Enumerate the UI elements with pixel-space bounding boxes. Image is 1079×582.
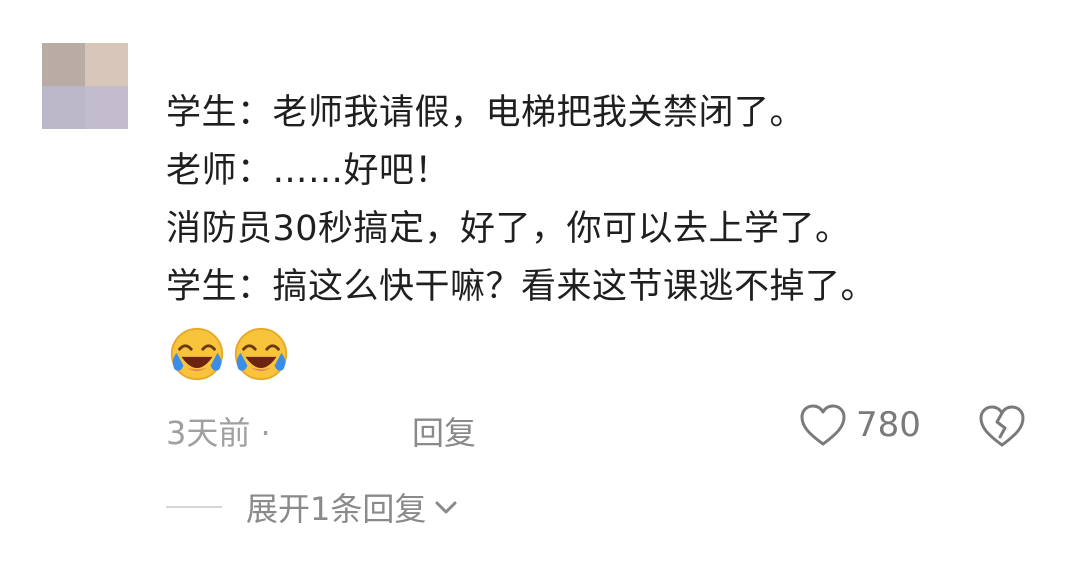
dislike-button[interactable] <box>976 402 1028 458</box>
expand-replies-label: 展开1条回复 <box>246 490 427 528</box>
like-count: 780 <box>856 405 921 445</box>
divider-line <box>166 506 222 508</box>
comment-meta: 3天前 · 回复 780 <box>166 400 1046 454</box>
heart-icon <box>800 404 846 446</box>
comment-line: 学生：老师我请假，电梯把我关禁闭了。 <box>166 93 806 133</box>
emoji-row <box>166 323 292 385</box>
comment-line: 老师：……好吧！ <box>166 151 451 191</box>
comment-line: 消防员30秒搞定，好了，你可以去上学了。 <box>166 209 851 249</box>
avatar-pixel <box>85 86 128 129</box>
expand-replies-button[interactable]: 展开1条回复 <box>166 482 460 532</box>
avatar-pixel <box>42 43 85 86</box>
avatar-pixel <box>42 86 85 129</box>
chevron-down-icon <box>435 501 457 514</box>
laughing-tears-emoji-icon <box>234 327 288 381</box>
comment-text: 学生：老师我请假，电梯把我关禁闭了。 老师：……好吧！ 消防员30秒搞定，好了，… <box>166 84 1046 316</box>
laughing-tears-emoji-icon <box>170 327 224 381</box>
reply-button[interactable]: 回复 <box>412 408 476 454</box>
like-button[interactable]: 780 <box>798 402 921 448</box>
avatar-pixel <box>85 43 128 86</box>
broken-heart-icon <box>979 405 1025 447</box>
comment-line: 学生：搞这么快干嘛？看来这节课逃不掉了。 <box>166 267 877 307</box>
avatar[interactable] <box>42 43 128 129</box>
timestamp: 3天前 · <box>166 414 271 452</box>
